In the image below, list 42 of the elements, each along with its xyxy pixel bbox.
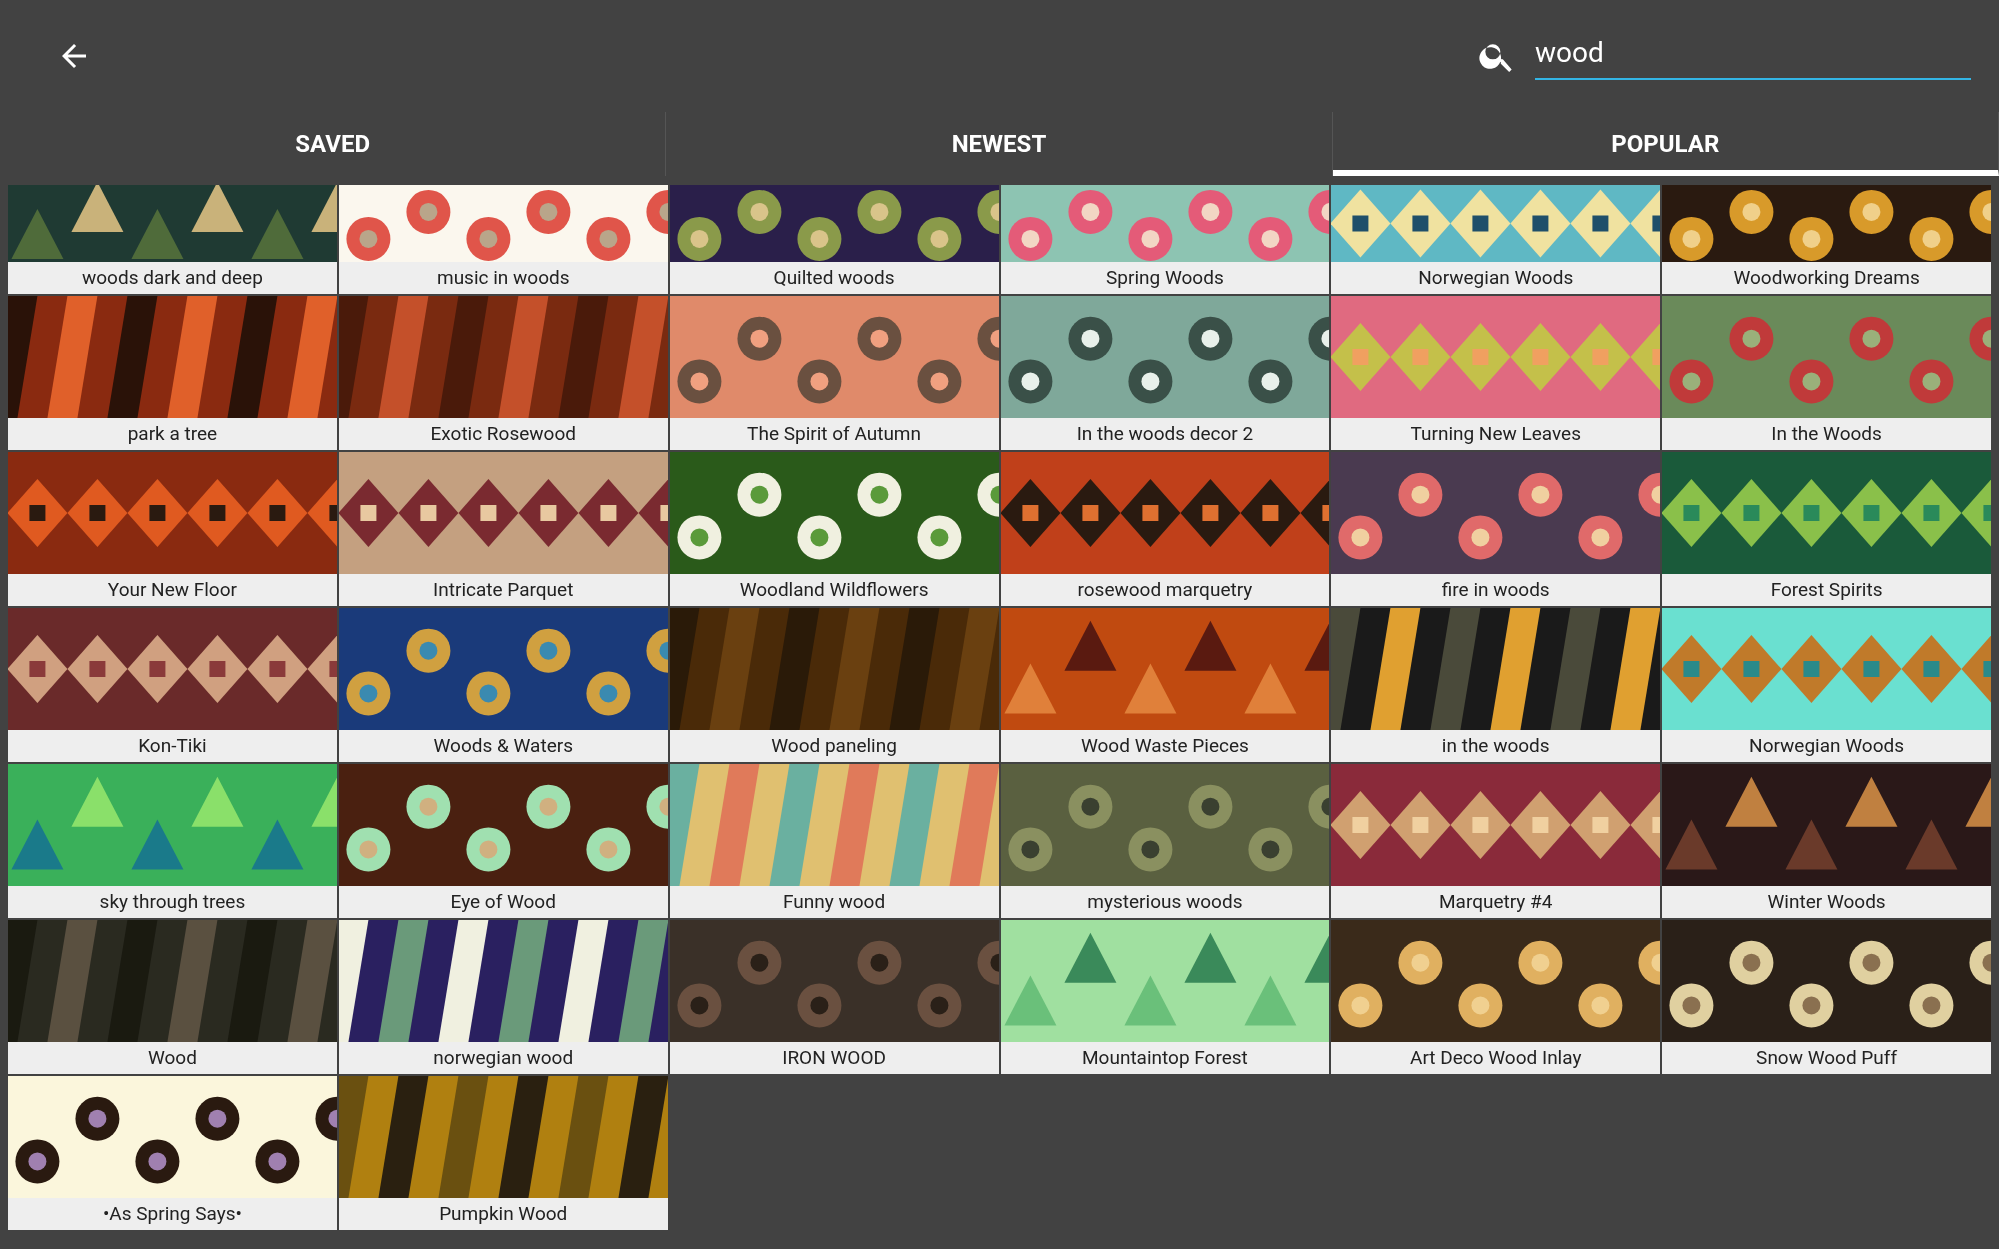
pattern-title: Spring Woods [1000, 262, 1330, 294]
pattern-title: music in woods [338, 262, 668, 294]
pattern-title: fire in woods [1331, 574, 1661, 606]
pattern-title: Norwegian Woods [1662, 730, 1991, 762]
pattern-title: Exotic Rosewood [338, 418, 668, 450]
pattern-title: Woodland Wildflowers [669, 574, 999, 606]
pattern-title: Mountaintop Forest [1000, 1042, 1330, 1074]
pattern-title: norwegian wood [338, 1042, 668, 1074]
pattern-title: Wood [8, 1042, 337, 1074]
pattern-title: rosewood marquetry [1000, 574, 1330, 606]
pattern-title: Art Deco Wood Inlay [1331, 1042, 1661, 1074]
search-field[interactable]: wood [1535, 32, 1971, 80]
pattern-title: Turning New Leaves [1331, 418, 1661, 450]
pattern-title: woods dark and deep [8, 262, 337, 294]
pattern-title: Your New Floor [8, 574, 337, 606]
pattern-title: Marquetry #4 [1331, 886, 1661, 918]
pattern-title: Funny wood [669, 886, 999, 918]
pattern-title: Pumpkin Wood [338, 1198, 668, 1230]
pattern-title: Woodworking Dreams [1662, 262, 1991, 294]
pattern-title: Woods & Waters [338, 730, 668, 762]
pattern-title: mysterious woods [1000, 886, 1330, 918]
pattern-title: Forest Spirits [1662, 574, 1991, 606]
pattern-title: Snow Wood Puff [1662, 1042, 1991, 1074]
pattern-title: Wood paneling [669, 730, 999, 762]
pattern-title: park a tree [8, 418, 337, 450]
pattern-title: In the woods decor 2 [1000, 418, 1330, 450]
pattern-title: sky through trees [8, 886, 337, 918]
pattern-title: Intricate Parquet [338, 574, 668, 606]
pattern-title: In the Woods [1662, 418, 1991, 450]
pattern-title: The Spirit of Autumn [669, 418, 999, 450]
pattern-title: Quilted woods [669, 262, 999, 294]
pattern-title: Eye of Wood [338, 886, 668, 918]
pattern-title: Wood Waste Pieces [1000, 730, 1330, 762]
pattern-title: Winter Woods [1662, 886, 1991, 918]
pattern-title: •As Spring Says• [8, 1198, 337, 1230]
pattern-title: in the woods [1331, 730, 1661, 762]
tab[interactable]: POPULAR [1332, 112, 1999, 176]
pattern-title: IRON WOOD [669, 1042, 999, 1074]
pattern-title: Norwegian Woods [1331, 262, 1661, 294]
tab[interactable]: SAVED [0, 112, 667, 176]
tab[interactable]: NEWEST [666, 112, 1333, 176]
pattern-title: Kon-Tiki [8, 730, 337, 762]
